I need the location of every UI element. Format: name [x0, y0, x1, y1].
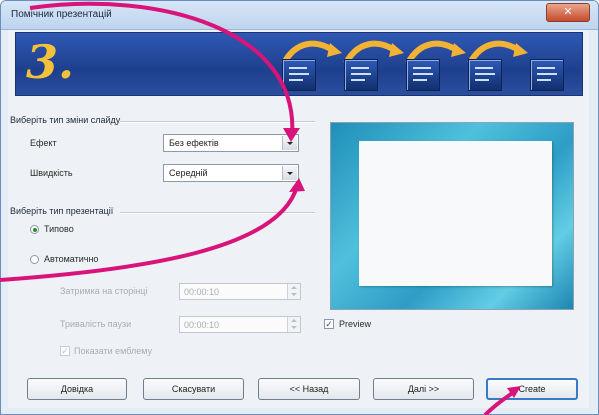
- create-button[interactable]: Create: [486, 378, 578, 400]
- slide-preview: [330, 122, 574, 310]
- close-button[interactable]: ✕: [546, 3, 590, 22]
- next-button[interactable]: Далі >>: [373, 378, 474, 400]
- speed-label: Швидкість: [30, 168, 73, 178]
- presentation-wizard-window: Помічник презентацій ✕ 3. Виберіть тип з…: [0, 0, 599, 415]
- effect-value: Без ефектів: [169, 138, 219, 148]
- pause-duration-spinner[interactable]: 00:00:10: [179, 316, 301, 333]
- effect-label: Ефект: [30, 138, 57, 148]
- show-logo-label: Показати емблему: [74, 346, 152, 356]
- title-bar: Помічник презентацій ✕: [1, 1, 598, 30]
- show-logo-checkbox[interactable]: ✓: [60, 346, 70, 356]
- auto-type-radio[interactable]: [30, 255, 39, 264]
- dialog-content: 3. Виберіть тип зміни слайду Ефект Без е…: [8, 30, 589, 408]
- transition-group-title: Виберіть тип зміни слайду: [10, 115, 121, 125]
- page-delay-label: Затримка на сторінці: [60, 286, 148, 296]
- speed-dropdown[interactable]: Середній: [163, 164, 299, 182]
- wizard-banner: 3.: [15, 32, 583, 96]
- pause-duration-label: Тривалість паузи: [60, 319, 132, 329]
- slide-step-icon: [406, 59, 440, 91]
- default-type-radio[interactable]: [30, 225, 39, 234]
- chevron-down-icon[interactable]: [282, 166, 297, 180]
- page-delay-value: 00:00:10: [184, 287, 220, 297]
- presentation-group-divider: [120, 212, 315, 214]
- slide-step-icon: [282, 59, 316, 91]
- default-type-label[interactable]: Типово: [44, 224, 74, 234]
- presentation-group-title: Виберіть тип презентації: [10, 206, 114, 216]
- slide-step-icon: [344, 59, 378, 91]
- back-button[interactable]: << Назад: [258, 378, 360, 400]
- window-title: Помічник презентацій: [11, 9, 112, 20]
- pause-duration-value: 00:00:10: [184, 320, 220, 330]
- cancel-button[interactable]: Скасувати: [143, 378, 244, 400]
- spinner-arrows-icon[interactable]: [287, 284, 300, 299]
- transition-group-divider: [120, 121, 315, 123]
- page-delay-spinner[interactable]: 00:00:10: [179, 283, 301, 300]
- spinner-arrows-icon[interactable]: [287, 317, 300, 332]
- chevron-down-icon[interactable]: [282, 136, 297, 150]
- preview-label[interactable]: Preview: [339, 319, 371, 329]
- auto-type-label[interactable]: Автоматично: [44, 254, 98, 264]
- preview-slide-page: [359, 141, 552, 286]
- slide-step-icon: [530, 59, 564, 91]
- slide-step-icon: [468, 59, 502, 91]
- help-button[interactable]: Довідка: [27, 378, 127, 400]
- preview-checkbox[interactable]: ✓: [324, 319, 334, 329]
- close-icon: ✕: [563, 6, 573, 18]
- effect-dropdown[interactable]: Без ефектів: [163, 134, 299, 152]
- speed-value: Середній: [169, 168, 208, 178]
